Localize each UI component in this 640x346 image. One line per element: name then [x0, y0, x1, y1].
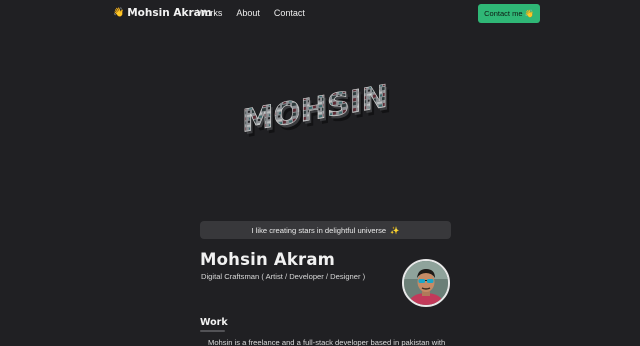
hero-3d-model: MOHSIN MOHSIN MOHSIN — [242, 78, 392, 145]
nav-link-works[interactable]: Works — [197, 8, 222, 18]
navbar: 👋 Mohsin Akram Works About Contact Conta… — [0, 0, 640, 28]
contact-me-button[interactable]: Contact me 👋 — [478, 4, 540, 23]
contact-button-label: Contact me — [484, 9, 523, 18]
profile-tagline: Digital Craftsman ( Artist / Developer /… — [201, 272, 366, 281]
nav-link-contact[interactable]: Contact — [274, 8, 305, 18]
waving-hand-icon: 👋 — [524, 9, 534, 18]
work-section-heading: Work — [200, 317, 228, 328]
hero-3d-canvas[interactable]: MOHSIN MOHSIN MOHSIN — [230, 78, 410, 170]
work-heading-underline — [200, 330, 225, 332]
greeting-text: I like creating stars in delightful univ… — [251, 225, 387, 235]
sparkles-icon: ✨ — [390, 225, 400, 235]
greeting-banner: I like creating stars in delightful univ… — [200, 221, 451, 239]
avatar — [402, 259, 450, 307]
profile-name: Mohsin Akram — [200, 250, 336, 269]
nav-link-about[interactable]: About — [236, 8, 260, 18]
nav-links: Works About Contact — [197, 8, 305, 18]
waving-hand-icon: 👋 — [113, 7, 125, 18]
work-description: Mohsin is a freelance and a full-stack d… — [208, 338, 446, 346]
avatar-image — [404, 261, 448, 305]
page: 👋 Mohsin Akram Works About Contact Conta… — [0, 0, 640, 346]
